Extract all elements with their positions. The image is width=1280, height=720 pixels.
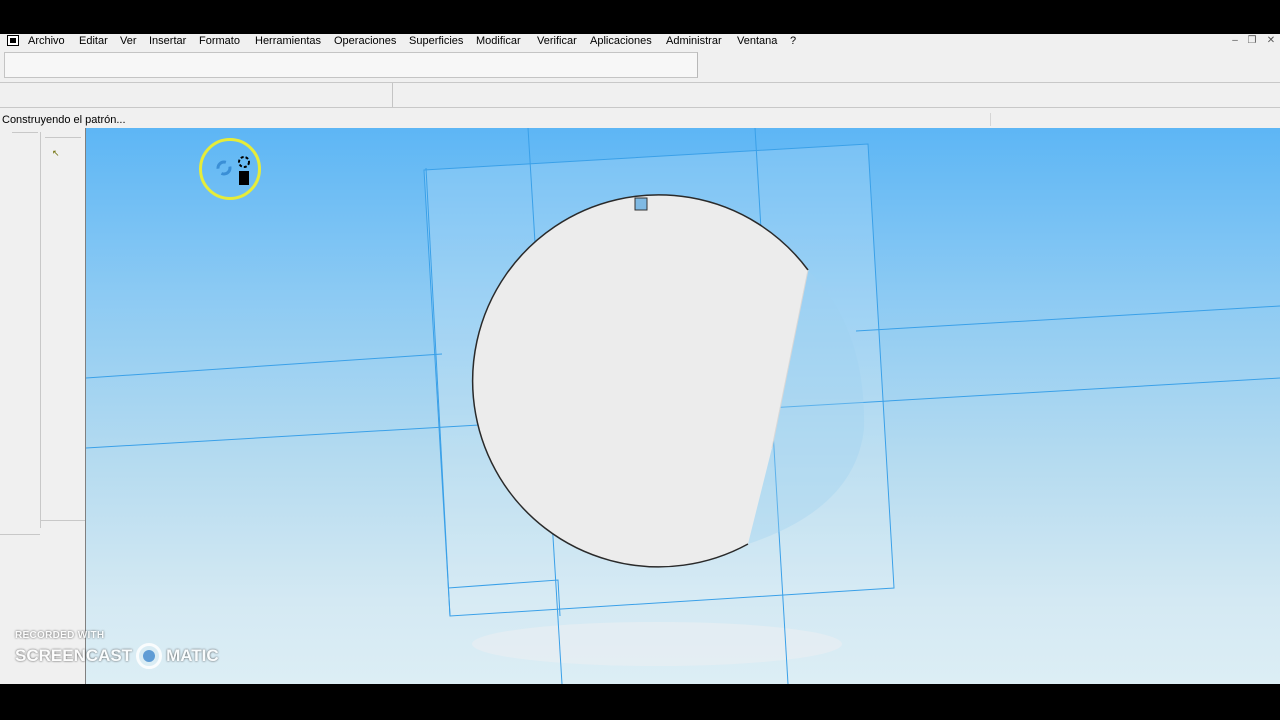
app-window: Archivo Editar Ver Insertar Formato Herr… [0, 34, 1280, 684]
toolbar-top [0, 48, 1280, 83]
menu-archivo[interactable]: Archivo [28, 34, 65, 48]
close-button[interactable]: ✕ [1264, 35, 1278, 47]
left-panel: ↖ [0, 128, 86, 684]
screencast-logo-icon [136, 643, 163, 669]
panel-divider [12, 132, 38, 133]
datum-axis-line [855, 305, 1280, 332]
menu-formato[interactable]: Formato [199, 34, 240, 48]
letterbox-bottom [0, 684, 1280, 720]
status-separator [990, 113, 991, 126]
restore-button[interactable]: ❐ [1245, 35, 1259, 47]
graphics-viewport[interactable] [86, 128, 1280, 684]
letterbox-top [0, 0, 1280, 34]
model-canvas[interactable] [86, 128, 1280, 684]
watermark-line2: SCREENCAST MATIC [15, 643, 219, 669]
panel-divider [40, 520, 85, 521]
menu-editar[interactable]: Editar [79, 34, 108, 48]
status-text: Construyendo el patrón... [2, 114, 126, 126]
menu-bar: Archivo Editar Ver Insertar Formato Herr… [0, 34, 1280, 48]
panel-divider [40, 132, 41, 528]
menu-ventana[interactable]: Ventana [737, 34, 777, 48]
datum-axis-line [86, 353, 443, 379]
watermark-text-right: MATIC [166, 646, 219, 665]
menu-ver[interactable]: Ver [120, 34, 137, 48]
watermark-line1: RECORDED WITH [15, 630, 105, 641]
menu-verificar[interactable]: Verificar [537, 34, 577, 48]
menu-modificar[interactable]: Modificar [476, 34, 521, 48]
menu-operaciones[interactable]: Operaciones [334, 34, 396, 48]
toolbar-area[interactable] [4, 52, 698, 78]
menu-help[interactable]: ? [790, 34, 796, 48]
menu-insertar[interactable]: Insertar [149, 34, 186, 48]
vertex-handle[interactable] [634, 197, 648, 211]
menu-administrar[interactable]: Administrar [666, 34, 722, 48]
status-bar: Construyendo el patrón... [0, 111, 1280, 128]
menu-herramientas[interactable]: Herramientas [255, 34, 321, 48]
toolbar-secondary [0, 83, 1280, 108]
pointer-icon: ↖ [52, 148, 60, 158]
menu-superficies[interactable]: Superficies [409, 34, 463, 48]
minimize-button[interactable]: ‒ [1228, 35, 1242, 47]
app-icon[interactable] [7, 35, 19, 46]
panel-divider [45, 137, 81, 138]
screencast-watermark: RECORDED WITH SCREENCAST MATIC [15, 630, 219, 669]
busy-cursor-icon [216, 156, 250, 185]
menu-aplicaciones[interactable]: Aplicaciones [590, 34, 652, 48]
panel-divider [0, 534, 40, 535]
watermark-text-left: SCREENCAST [15, 646, 133, 665]
toolbar-divider [392, 83, 393, 107]
